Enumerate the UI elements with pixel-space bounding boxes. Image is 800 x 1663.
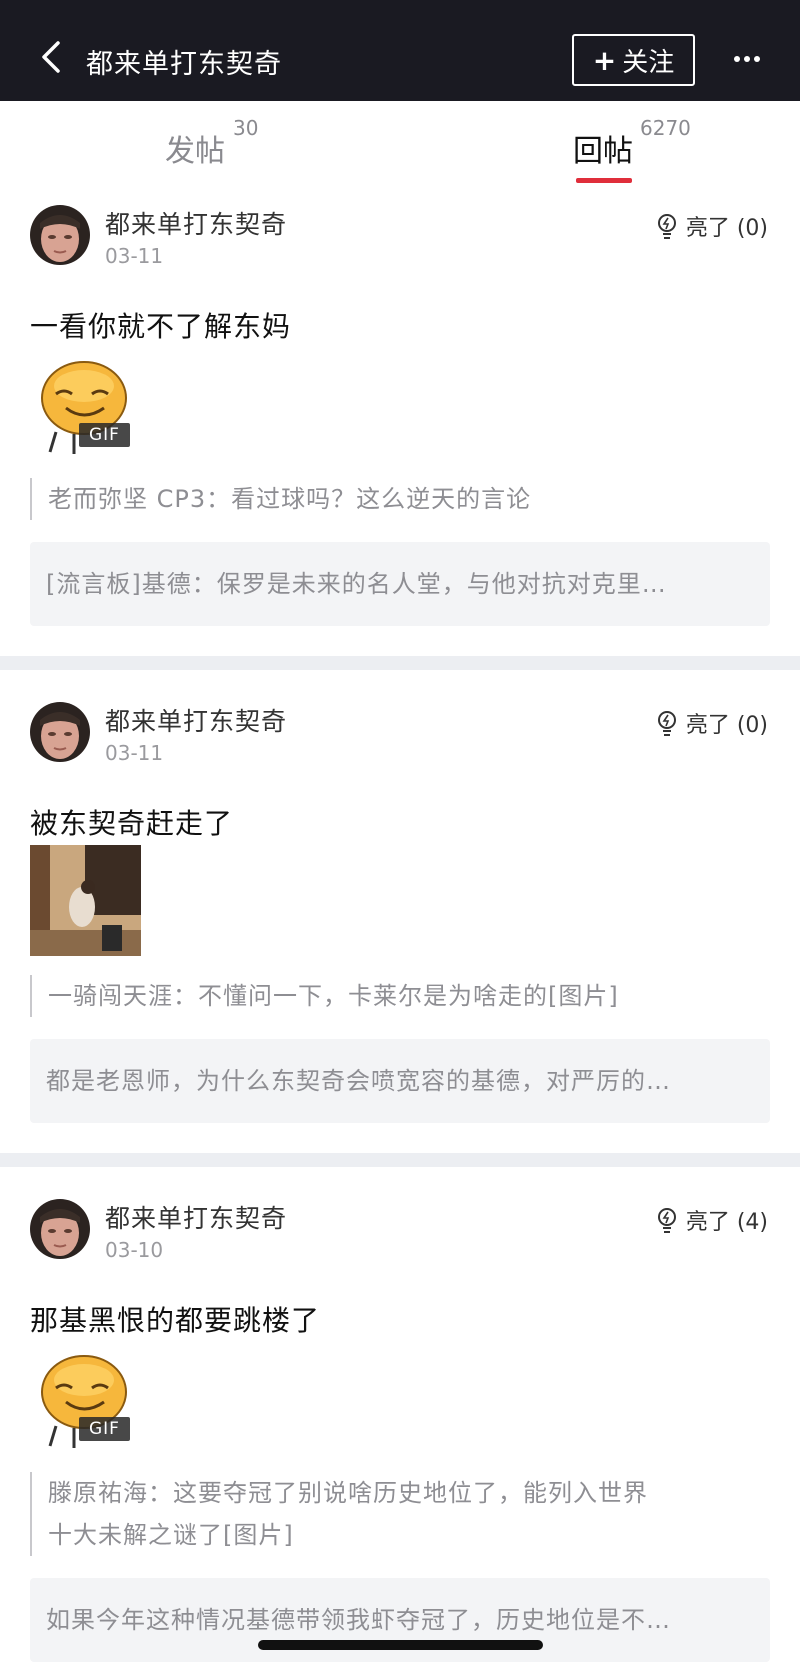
post-date: 03-11: [105, 741, 164, 765]
tab-posts-count: 30: [233, 116, 259, 140]
avatar[interactable]: [30, 1199, 90, 1259]
like-button[interactable]: 亮了 (0): [656, 210, 768, 242]
photo-thumbnail[interactable]: [30, 845, 141, 956]
author-name[interactable]: 都来单打东契奇: [105, 702, 287, 738]
quoted-reply-line: 滕原祐海：这要夺冠了别说啥历史地位了，能列入世界: [48, 1479, 648, 1507]
tab-replies-count: 6270: [640, 116, 691, 140]
like-label: 亮了 (4): [685, 1210, 768, 1235]
quoted-reply[interactable]: 老而弥坚 CP3：看过球吗？这么逆天的言论: [30, 478, 720, 520]
section-divider: [0, 656, 800, 670]
plus-icon: +: [592, 43, 617, 77]
like-label: 亮了 (0): [685, 216, 768, 241]
thread-link[interactable]: 都是老恩师，为什么东契奇会喷宽容的基德，对严厉的…: [30, 1039, 770, 1123]
lightbulb-icon: [657, 1208, 676, 1233]
thread-link[interactable]: [流言板]基德：保罗是未来的名人堂，与他对抗对克里…: [30, 542, 770, 626]
tab-posts[interactable]: 发帖: [165, 126, 225, 170]
page-title: 都来单打东契奇: [86, 49, 282, 80]
avatar[interactable]: [30, 702, 90, 762]
tab-replies[interactable]: 回帖: [573, 126, 633, 170]
gif-badge: GIF: [79, 1417, 130, 1441]
like-button[interactable]: 亮了 (4): [656, 1204, 768, 1236]
gif-badge: GIF: [79, 423, 130, 447]
more-dots-icon[interactable]: [733, 52, 761, 66]
lightbulb-icon: [657, 711, 676, 736]
lightbulb-icon: [657, 214, 676, 239]
author-name[interactable]: 都来单打东契奇: [105, 205, 287, 241]
post-date: 03-11: [105, 244, 164, 268]
top-bar: 都来单打东契奇 + 关注: [0, 0, 800, 101]
follow-button[interactable]: + 关注: [572, 34, 695, 86]
reply-text: 一看你就不了解东妈: [30, 310, 292, 343]
post-date: 03-10: [105, 1238, 164, 1262]
like-label: 亮了 (0): [685, 713, 768, 738]
section-divider: [0, 1153, 800, 1167]
quoted-reply[interactable]: 一骑闯天涯：不懂问一下，卡莱尔是为啥走的[图片]: [30, 975, 720, 1017]
reply-text: 那基黑恨的都要跳楼了: [30, 1304, 321, 1337]
quoted-reply-line: 十大未解之谜了[图片]: [48, 1521, 294, 1549]
reply-text: 被东契奇赶走了: [30, 807, 234, 840]
like-button[interactable]: 亮了 (0): [656, 707, 768, 739]
author-name[interactable]: 都来单打东契奇: [105, 1199, 287, 1235]
quoted-reply[interactable]: 滕原祐海：这要夺冠了别说啥历史地位了，能列入世界 十大未解之谜了[图片]: [30, 1472, 720, 1556]
home-indicator: [258, 1640, 543, 1650]
active-tab-indicator: [576, 178, 632, 183]
follow-label: 关注: [622, 47, 675, 78]
back-arrow-icon[interactable]: [38, 40, 66, 74]
avatar[interactable]: [30, 205, 90, 265]
